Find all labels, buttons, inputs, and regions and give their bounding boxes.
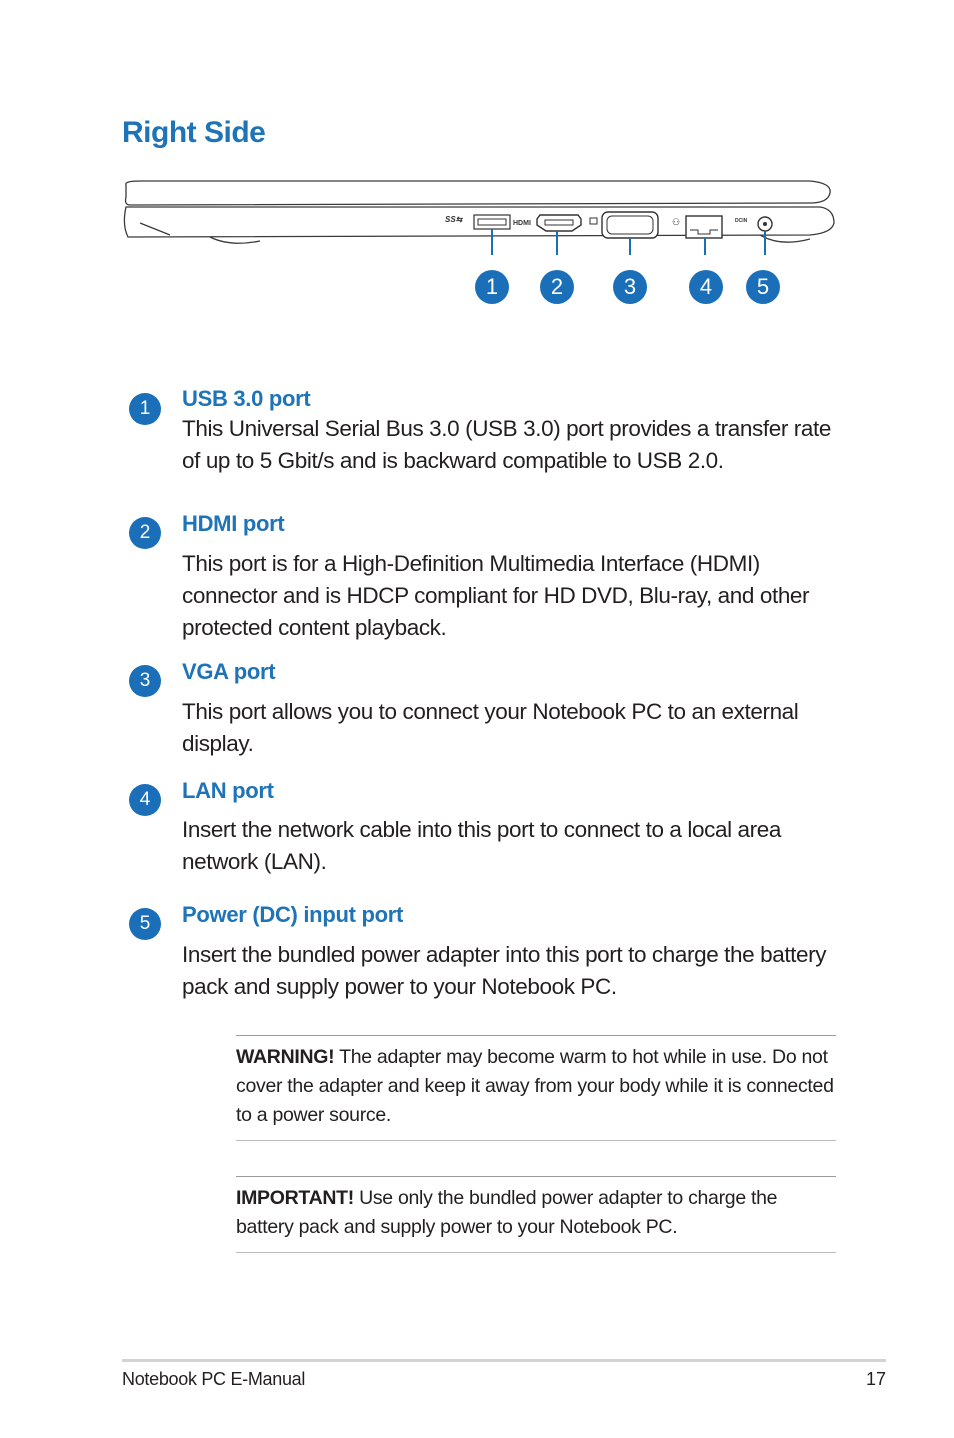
laptop-lid	[124, 180, 831, 206]
footer-manual-name: Notebook PC E-Manual	[122, 1369, 306, 1389]
warning-label: WARNING!	[236, 1046, 335, 1068]
item-title-vga: VGA port	[182, 659, 276, 684]
dcin-label: DCIN	[735, 218, 748, 224]
item-desc-usb: This Universal Serial Bus 3.0 (USB 3.0) …	[182, 416, 831, 473]
warning-note: WARNING! The adapter may become warm to …	[236, 1035, 836, 1141]
page-title: Right Side	[122, 116, 266, 149]
item-title-lan: LAN port	[182, 778, 274, 803]
lan-port-icon	[685, 215, 723, 239]
important-label: IMPORTANT!	[236, 1187, 354, 1209]
footer-divider	[122, 1359, 886, 1362]
item-desc-lan: Insert the network cable into this port …	[182, 817, 781, 874]
item-desc-power: Insert the bundled power adapter into th…	[182, 942, 827, 999]
item-number-badge: 2	[129, 517, 161, 549]
item-desc-vga: This port allows you to connect your Not…	[182, 699, 799, 756]
item-title-usb: USB 3.0 port	[182, 386, 311, 411]
callout-4: 4	[689, 270, 723, 304]
item-title-power: Power (DC) input port	[182, 902, 404, 927]
callout-2: 2	[540, 270, 574, 304]
laptop-right-side-diagram: SS⇆ HDMI ⚇ DCIN	[123, 180, 835, 255]
display-icon	[589, 217, 598, 225]
item-number-badge: 3	[129, 665, 161, 697]
hdmi-port-icon	[536, 214, 582, 232]
item-title-hdmi: HDMI port	[182, 511, 285, 536]
callout-1: 1	[475, 270, 509, 304]
network-icon: ⚇	[672, 217, 680, 227]
item-number-badge: 4	[129, 784, 161, 816]
callout-3: 3	[613, 270, 647, 304]
item-desc-hdmi: This port is for a High-Definition Multi…	[182, 551, 810, 640]
hdmi-label: HDMI	[513, 220, 531, 227]
usb-ss-label: SS⇆	[445, 215, 464, 224]
usb-port-icon	[473, 214, 511, 230]
item-number-badge: 1	[129, 393, 161, 425]
callout-5: 5	[746, 270, 780, 304]
important-note: IMPORTANT! Use only the bundled power ad…	[236, 1176, 836, 1253]
page-number: 17	[866, 1369, 887, 1389]
item-number-badge: 5	[129, 908, 161, 940]
